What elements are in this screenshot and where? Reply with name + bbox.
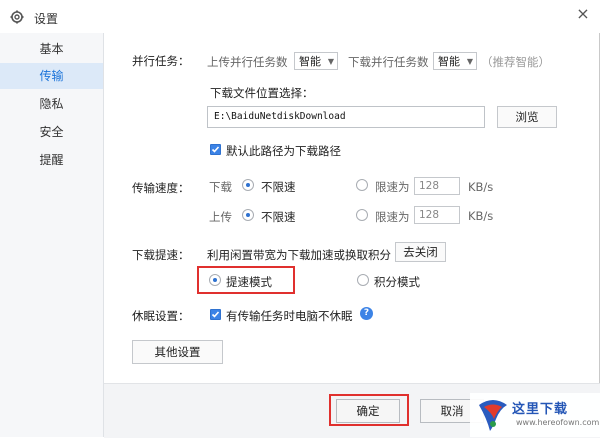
watermark-subtitle: www.hereofown.com [516,418,600,427]
help-icon[interactable]: ? [360,307,373,320]
download-parallel-select[interactable]: 智能 ▼ [433,52,477,70]
sidebar-item-security[interactable]: 安全 [0,119,103,145]
window-title: 设置 [34,12,59,26]
download-speed-label: 下载 [209,180,232,194]
sidebar-item-reminder[interactable]: 提醒 [0,147,103,173]
download-parallel-value: 智能 [438,55,460,68]
sleep-settings-label: 休眠设置： [132,309,190,323]
upload-unlimited-radio[interactable] [242,209,254,221]
upload-limit-unit: KB/s [468,209,494,223]
browse-button[interactable]: 浏览 [497,106,557,128]
no-sleep-checkbox[interactable] [210,309,221,320]
transfer-speed-label: 传输速度： [132,181,190,195]
close-icon[interactable]: × [573,4,593,24]
download-parallel-label: 下载并行任务数 [348,55,429,69]
chevron-down-icon: ▼ [327,57,334,66]
download-limit-input[interactable]: 128 [414,177,460,195]
download-limit-radio[interactable] [356,179,368,191]
download-boost-label: 下载提速： [132,248,190,262]
download-boost-description: 利用闲置带宽为下载加速或换取积分 [207,248,391,262]
no-sleep-checkbox-label: 有传输任务时电脑不休眠 [226,309,353,323]
check-icon [211,146,220,153]
upload-parallel-value: 智能 [299,55,321,68]
download-location-label: 下载文件位置选择： [210,86,314,100]
upload-parallel-select[interactable]: 智能 ▼ [294,52,338,70]
upload-limit-label: 限速为 [375,210,410,224]
check-icon [211,311,220,318]
parallel-hint: （推荐智能） [481,55,550,69]
other-settings-button[interactable]: 其他设置 [132,340,223,364]
download-limit-label: 限速为 [375,180,410,194]
sidebar-item-privacy[interactable]: 隐私 [0,91,103,117]
sidebar-item-basic[interactable]: 基本 [0,36,103,62]
default-path-checkbox-label: 默认此路径为下载路径 [226,144,341,158]
disable-boost-button[interactable]: 去关闭 [395,242,446,262]
default-path-checkbox[interactable] [210,144,221,155]
chevron-down-icon: ▼ [466,57,473,66]
upload-unlimited-label: 不限速 [261,210,296,224]
upload-limit-input[interactable]: 128 [414,206,460,224]
parallel-tasks-label: 并行任务： [132,54,190,68]
upload-speed-label: 上传 [209,210,232,224]
speed-mode-radio[interactable] [209,274,221,286]
upload-limit-radio[interactable] [356,209,368,221]
gear-icon [10,10,24,24]
watermark: 这里下载 www.hereofown.com [470,393,600,437]
sidebar-item-transfer[interactable]: 传输 [0,63,103,89]
speed-mode-label: 提速模式 [226,275,272,289]
download-unlimited-radio[interactable] [242,179,254,191]
points-mode-label: 积分模式 [374,275,420,289]
watermark-logo-icon [479,400,507,431]
confirm-button[interactable]: 确定 [336,399,400,423]
upload-parallel-label: 上传并行任务数 [207,55,288,69]
points-mode-radio[interactable] [357,274,369,286]
download-path-input[interactable]: E:\BaiduNetdiskDownload [207,106,485,128]
watermark-title: 这里下载 [512,402,569,417]
download-limit-unit: KB/s [468,180,494,194]
download-unlimited-label: 不限速 [261,180,296,194]
title-bar: 设置 × [0,0,600,33]
settings-sidebar: 基本 传输 隐私 安全 提醒 [0,33,104,437]
